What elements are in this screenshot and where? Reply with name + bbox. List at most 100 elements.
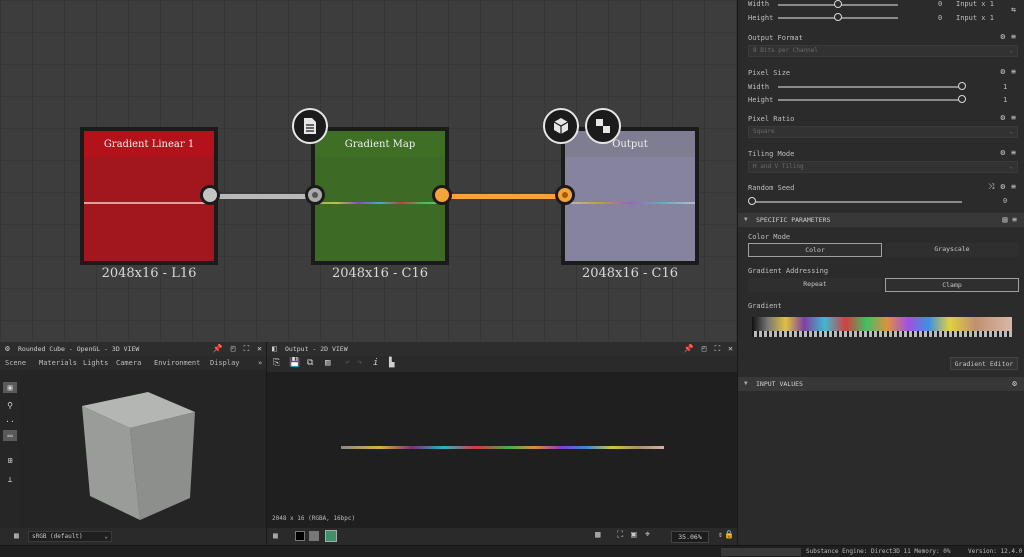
color-mode-color-button[interactable]: Color — [748, 243, 882, 257]
colorspace-dropdown[interactable]: sRGB (default) ⌄ — [28, 531, 112, 542]
gradient-stops[interactable] — [752, 331, 1012, 337]
random-seed-knob[interactable] — [748, 197, 756, 205]
menu-lights[interactable]: Lights — [83, 356, 108, 370]
menu-display[interactable]: Display — [210, 356, 240, 370]
gear-icon[interactable]: ⚙ — [1012, 377, 1017, 391]
float-icon[interactable]: ◰ — [702, 342, 707, 356]
menu-overflow-icon[interactable]: » — [258, 356, 262, 370]
gradient-editor-button[interactable]: Gradient Editor — [950, 357, 1018, 370]
output-gradient-preview[interactable] — [341, 446, 664, 449]
channels-icon[interactable]: ▦ — [273, 531, 278, 540]
camera-icon[interactable]: ▣ — [3, 382, 17, 393]
zoom-field[interactable]: 35.06% — [671, 531, 709, 543]
background-checker-swatch[interactable] — [325, 530, 337, 542]
document-icon[interactable] — [292, 108, 328, 144]
node-gradient-map[interactable]: Gradient Map — [311, 127, 449, 265]
color-mode-grayscale-button[interactable]: Grayscale — [885, 243, 1019, 257]
parameter-icons[interactable]: ⚙ ≡ — [1000, 113, 1016, 122]
window-controls[interactable]: 📌 ◰ ⛶ ✕ — [213, 342, 262, 356]
menu-icon[interactable]: ≡ — [1011, 148, 1016, 157]
output-port[interactable] — [432, 185, 452, 205]
pixel-width-knob[interactable] — [958, 82, 966, 90]
export-icon[interactable]: ⧉ — [307, 358, 313, 368]
tile-grid-icon[interactable]: ▦ — [595, 530, 600, 540]
checker-icon[interactable] — [585, 108, 621, 144]
function-icon[interactable]: ⚙ — [1000, 67, 1005, 76]
gradient-bar[interactable] — [752, 317, 1012, 331]
link-icon[interactable]: ⇆ — [1011, 5, 1016, 14]
undo-icon[interactable]: ↶ — [345, 358, 350, 368]
parameter-icons[interactable]: ⚙ ≡ — [1000, 67, 1016, 76]
color-mode-label: Color Mode — [748, 233, 791, 241]
tiling-mode-value: H and V Tiling — [753, 163, 804, 170]
section-specific-parameters[interactable]: ▼ SPECIFIC PARAMETERS ▤ ≡ — [738, 213, 1024, 227]
function-icon[interactable]: ⚙ — [1000, 113, 1005, 122]
view-2d-panel: ◧ Output - 2D VIEW 📌 ◰ ⛶ ✕ ⎘ 💾 ⧉ ▨ ↶ ↷ i ▙ … — [267, 342, 737, 545]
crop-icon[interactable]: ▣ — [631, 530, 636, 540]
pin-icon[interactable]: 📌 — [213, 342, 223, 356]
function-icon[interactable]: ⚙ — [1000, 182, 1005, 192]
function-icon[interactable]: ⚙ — [1000, 32, 1005, 41]
input-port[interactable] — [555, 185, 575, 205]
menu-icon[interactable]: ≡ — [1011, 67, 1016, 76]
cube-viewport[interactable] — [20, 370, 267, 528]
maximize-icon[interactable]: ⛶ — [715, 342, 721, 356]
crosshair-icon[interactable]: ⌖ — [645, 530, 650, 540]
menu-camera[interactable]: Camera — [116, 356, 141, 370]
wire-map-to-output[interactable] — [450, 194, 562, 199]
menu-icon[interactable]: ≡ — [1011, 113, 1016, 122]
menu-scene[interactable]: Scene — [5, 356, 26, 370]
output-format-dropdown[interactable]: 8 Bits per Channel ⌄ — [748, 45, 1018, 57]
tiling-mode-dropdown[interactable]: H and V Tiling ⌄ — [748, 161, 1018, 173]
cube-icon[interactable] — [543, 108, 579, 144]
pixel-width-value: 1 — [1003, 83, 1008, 91]
save-icon[interactable]: 💾 — [289, 358, 300, 368]
gradient-addressing-clamp-button[interactable]: Clamp — [885, 278, 1019, 292]
float-icon[interactable]: ◰ — [231, 342, 236, 356]
grid-icon[interactable]: ⊞ — [3, 455, 17, 466]
menu-environment[interactable]: Environment — [154, 356, 200, 370]
background-grey-swatch[interactable] — [309, 531, 319, 541]
pixel-ratio-dropdown[interactable]: Square ⌄ — [748, 126, 1018, 138]
light-icon[interactable]: ⚲ — [3, 400, 17, 411]
menu-icon[interactable]: ≡ — [1011, 32, 1016, 41]
copy-icon[interactable]: ⎘ — [273, 358, 280, 368]
image-icon[interactable]: ▨ — [325, 358, 330, 368]
parameter-icons[interactable]: ⚙ ≡ — [1000, 32, 1016, 41]
gradient-addressing-repeat-button[interactable]: Repeat — [748, 278, 882, 292]
fit-icon[interactable]: ⛶ — [617, 530, 623, 540]
histogram-icon[interactable]: ▙ — [389, 358, 394, 368]
section-input-values[interactable]: ▼ INPUT VALUES ⚙ — [738, 377, 1024, 391]
menu-icon[interactable]: ≡ — [1011, 182, 1016, 192]
lock-icon[interactable]: 🔒 — [724, 530, 734, 539]
node-output[interactable]: Output — [561, 127, 699, 265]
display-icon[interactable]: ▭ — [3, 430, 17, 441]
redo-icon[interactable]: ↷ — [357, 358, 362, 368]
pixel-width-slider[interactable] — [778, 86, 963, 88]
shuffle-icon[interactable]: ⤨ — [988, 182, 994, 192]
close-icon[interactable]: ✕ — [257, 342, 262, 356]
zoom-stepper-icon[interactable]: ⇕ — [718, 530, 723, 539]
window-controls[interactable]: 📌 ◰ ⛶ ✕ — [684, 342, 733, 356]
wire-linear-to-map[interactable] — [218, 194, 314, 199]
section-icons[interactable]: ▤ ≡ — [1003, 213, 1017, 227]
pixel-height-knob[interactable] — [958, 95, 966, 103]
info-icon[interactable]: i — [373, 358, 378, 368]
close-icon[interactable]: ✕ — [728, 342, 733, 356]
height-slider-knob[interactable] — [834, 13, 842, 21]
function-icon[interactable]: ⚙ — [1000, 148, 1005, 157]
width-slider-knob[interactable] — [834, 0, 842, 8]
axis-icon[interactable]: ⊥ — [3, 474, 17, 485]
maximize-icon[interactable]: ⛶ — [244, 342, 250, 356]
menu-materials[interactable]: Materials — [39, 356, 77, 370]
parameter-icons[interactable]: ⚙ ≡ — [1000, 148, 1016, 157]
graph-canvas[interactable]: Gradient Linear 1 2048x16 - L16 Gradient… — [0, 0, 737, 342]
node-gradient-linear[interactable]: Gradient Linear 1 — [80, 127, 218, 265]
parameter-icons[interactable]: ⤨ ⚙ ≡ — [988, 182, 1016, 192]
pixel-height-slider[interactable] — [778, 99, 963, 101]
background-black-swatch[interactable] — [295, 531, 305, 541]
input-port[interactable] — [305, 185, 325, 205]
output-port[interactable] — [200, 185, 220, 205]
pin-icon[interactable]: 📌 — [684, 342, 694, 356]
random-seed-slider[interactable] — [752, 201, 962, 203]
